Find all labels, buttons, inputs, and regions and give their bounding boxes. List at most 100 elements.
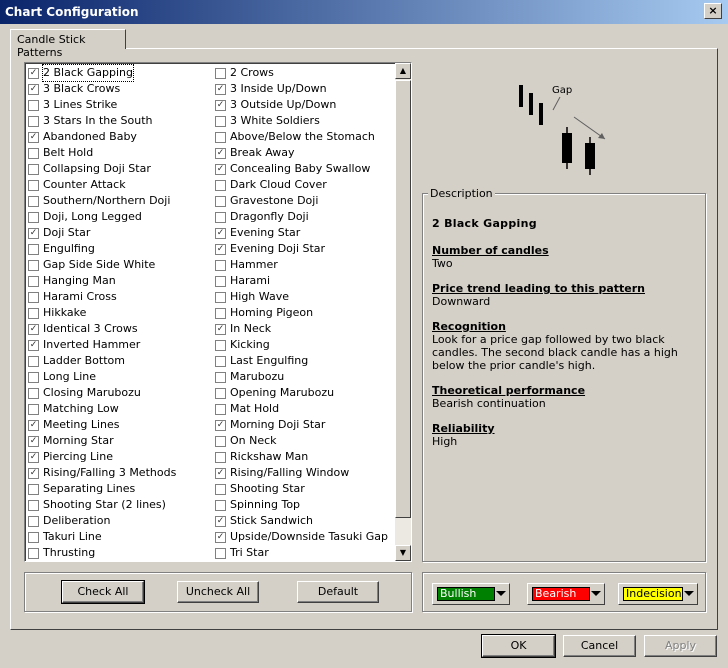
checkbox-unchecked[interactable] [215, 131, 226, 143]
checkbox-unchecked[interactable] [28, 195, 39, 207]
pattern-item[interactable]: ✓ 3 Inside Up/Down [215, 81, 388, 97]
scroll-up-button[interactable]: ▲ [395, 63, 411, 79]
pattern-item[interactable]: Collapsing Doji Star [28, 161, 176, 177]
checkbox-unchecked[interactable] [28, 307, 39, 319]
checkbox-checked[interactable]: ✓ [215, 147, 226, 159]
checkbox-unchecked[interactable] [28, 115, 39, 127]
checkbox-checked[interactable]: ✓ [28, 467, 39, 479]
indecision-color-dropdown[interactable]: Indecision [618, 583, 698, 605]
checkbox-unchecked[interactable] [215, 195, 226, 207]
pattern-item[interactable]: Last Engulfing [215, 353, 388, 369]
checkbox-unchecked[interactable] [28, 371, 39, 383]
pattern-item[interactable]: Above/Below the Stomach [215, 129, 388, 145]
pattern-item[interactable]: Gravestone Doji [215, 193, 388, 209]
checkbox-unchecked[interactable] [28, 515, 39, 527]
pattern-item[interactable]: 3 Lines Strike [28, 97, 176, 113]
pattern-item[interactable]: ✓ 2 Black Gapping [28, 64, 176, 82]
pattern-item[interactable]: ✓ 3 Outside Up/Down [215, 97, 388, 113]
checkbox-unchecked[interactable] [28, 163, 39, 175]
checkbox-checked[interactable]: ✓ [215, 531, 226, 543]
checkbox-unchecked[interactable] [215, 483, 226, 495]
pattern-item[interactable]: Matching Low [28, 401, 176, 417]
checkbox-unchecked[interactable] [215, 435, 226, 447]
pattern-item[interactable]: Counter Attack [28, 177, 176, 193]
checkbox-unchecked[interactable] [215, 403, 226, 415]
pattern-item[interactable]: ✓ Concealing Baby Swallow [215, 161, 388, 177]
checkbox-checked[interactable]: ✓ [215, 83, 226, 95]
checkbox-unchecked[interactable] [215, 259, 226, 271]
tab-candle-stick-patterns[interactable]: Candle Stick Patterns [10, 29, 126, 59]
pattern-item[interactable]: ✓ Morning Doji Star [215, 417, 388, 433]
checkbox-unchecked[interactable] [215, 355, 226, 367]
pattern-item[interactable]: Dragonfly Doji [215, 209, 388, 225]
pattern-item[interactable]: Separating Lines [28, 481, 176, 497]
checkbox-unchecked[interactable] [215, 339, 226, 351]
pattern-item[interactable]: ✓ Stick Sandwich [215, 513, 388, 529]
checkbox-unchecked[interactable] [215, 371, 226, 383]
pattern-item[interactable]: On Neck [215, 433, 388, 449]
pattern-item[interactable]: Thrusting [28, 545, 176, 561]
checkbox-unchecked[interactable] [28, 211, 39, 223]
checkbox-unchecked[interactable] [28, 147, 39, 159]
pattern-item[interactable]: ✓ Evening Doji Star [215, 241, 388, 257]
checkbox-checked[interactable]: ✓ [28, 323, 39, 335]
checkbox-unchecked[interactable] [215, 387, 226, 399]
checkbox-unchecked[interactable] [28, 547, 39, 559]
pattern-item[interactable]: Mat Hold [215, 401, 388, 417]
scroll-down-button[interactable]: ▼ [395, 545, 411, 561]
pattern-listbox[interactable]: ✓ 2 Black Gapping ✓ 3 Black Crows 3 Lines St… [24, 62, 412, 562]
checkbox-checked[interactable]: ✓ [28, 451, 39, 463]
pattern-item[interactable]: ✓ Doji Star [28, 225, 176, 241]
pattern-item[interactable]: ✓ Abandoned Baby [28, 129, 176, 145]
pattern-item[interactable]: ✓ Rising/Falling 3 Methods [28, 465, 176, 481]
cancel-button[interactable]: Cancel [563, 635, 636, 657]
checkbox-checked[interactable]: ✓ [215, 243, 226, 255]
checkbox-unchecked[interactable] [28, 355, 39, 367]
bearish-color-dropdown[interactable]: Bearish [527, 583, 605, 605]
ok-button[interactable]: OK [481, 634, 556, 658]
pattern-item[interactable]: Engulfing [28, 241, 176, 257]
close-button[interactable]: × [704, 3, 722, 19]
default-button[interactable]: Default [297, 581, 379, 603]
pattern-item[interactable]: Southern/Northern Doji [28, 193, 176, 209]
checkbox-checked[interactable]: ✓ [215, 323, 226, 335]
checkbox-checked[interactable]: ✓ [215, 99, 226, 111]
pattern-item[interactable]: Hanging Man [28, 273, 176, 289]
checkbox-checked[interactable]: ✓ [215, 163, 226, 175]
checkbox-unchecked[interactable] [28, 291, 39, 303]
pattern-item[interactable]: ✓ In Neck [215, 321, 388, 337]
pattern-item[interactable]: Dark Cloud Cover [215, 177, 388, 193]
checkbox-unchecked[interactable] [215, 115, 226, 127]
pattern-item[interactable]: ✓ Morning Star [28, 433, 176, 449]
pattern-item[interactable]: ✓ Evening Star [215, 225, 388, 241]
pattern-item[interactable]: Gap Side Side White [28, 257, 176, 273]
checkbox-unchecked[interactable] [215, 547, 226, 559]
checkbox-unchecked[interactable] [215, 211, 226, 223]
checkbox-unchecked[interactable] [215, 451, 226, 463]
checkbox-unchecked[interactable] [28, 275, 39, 287]
pattern-item[interactable]: Tri Star [215, 545, 388, 561]
pattern-item[interactable]: ✓ Upside/Downside Tasuki Gap [215, 529, 388, 545]
checkbox-unchecked[interactable] [28, 531, 39, 543]
checkbox-unchecked[interactable] [215, 291, 226, 303]
checkbox-unchecked[interactable] [215, 179, 226, 191]
checkbox-checked[interactable]: ✓ [215, 227, 226, 239]
checkbox-unchecked[interactable] [28, 243, 39, 255]
check-all-button[interactable]: Check All [61, 580, 145, 604]
checkbox-checked[interactable]: ✓ [28, 435, 39, 447]
checkbox-checked[interactable]: ✓ [28, 83, 39, 95]
checkbox-checked[interactable]: ✓ [215, 419, 226, 431]
pattern-item[interactable]: High Wave [215, 289, 388, 305]
checkbox-checked[interactable]: ✓ [28, 67, 39, 79]
pattern-item[interactable]: Harami [215, 273, 388, 289]
checkbox-unchecked[interactable] [215, 307, 226, 319]
pattern-item[interactable]: ✓ Identical 3 Crows [28, 321, 176, 337]
checkbox-unchecked[interactable] [28, 499, 39, 511]
checkbox-unchecked[interactable] [215, 67, 226, 79]
pattern-item[interactable]: ✓ Break Away [215, 145, 388, 161]
checkbox-checked[interactable]: ✓ [28, 419, 39, 431]
checkbox-checked[interactable]: ✓ [215, 515, 226, 527]
pattern-item[interactable]: ✓ Rising/Falling Window [215, 465, 388, 481]
bullish-color-dropdown[interactable]: Bullish [432, 583, 510, 605]
pattern-item[interactable]: 3 White Soldiers [215, 113, 388, 129]
